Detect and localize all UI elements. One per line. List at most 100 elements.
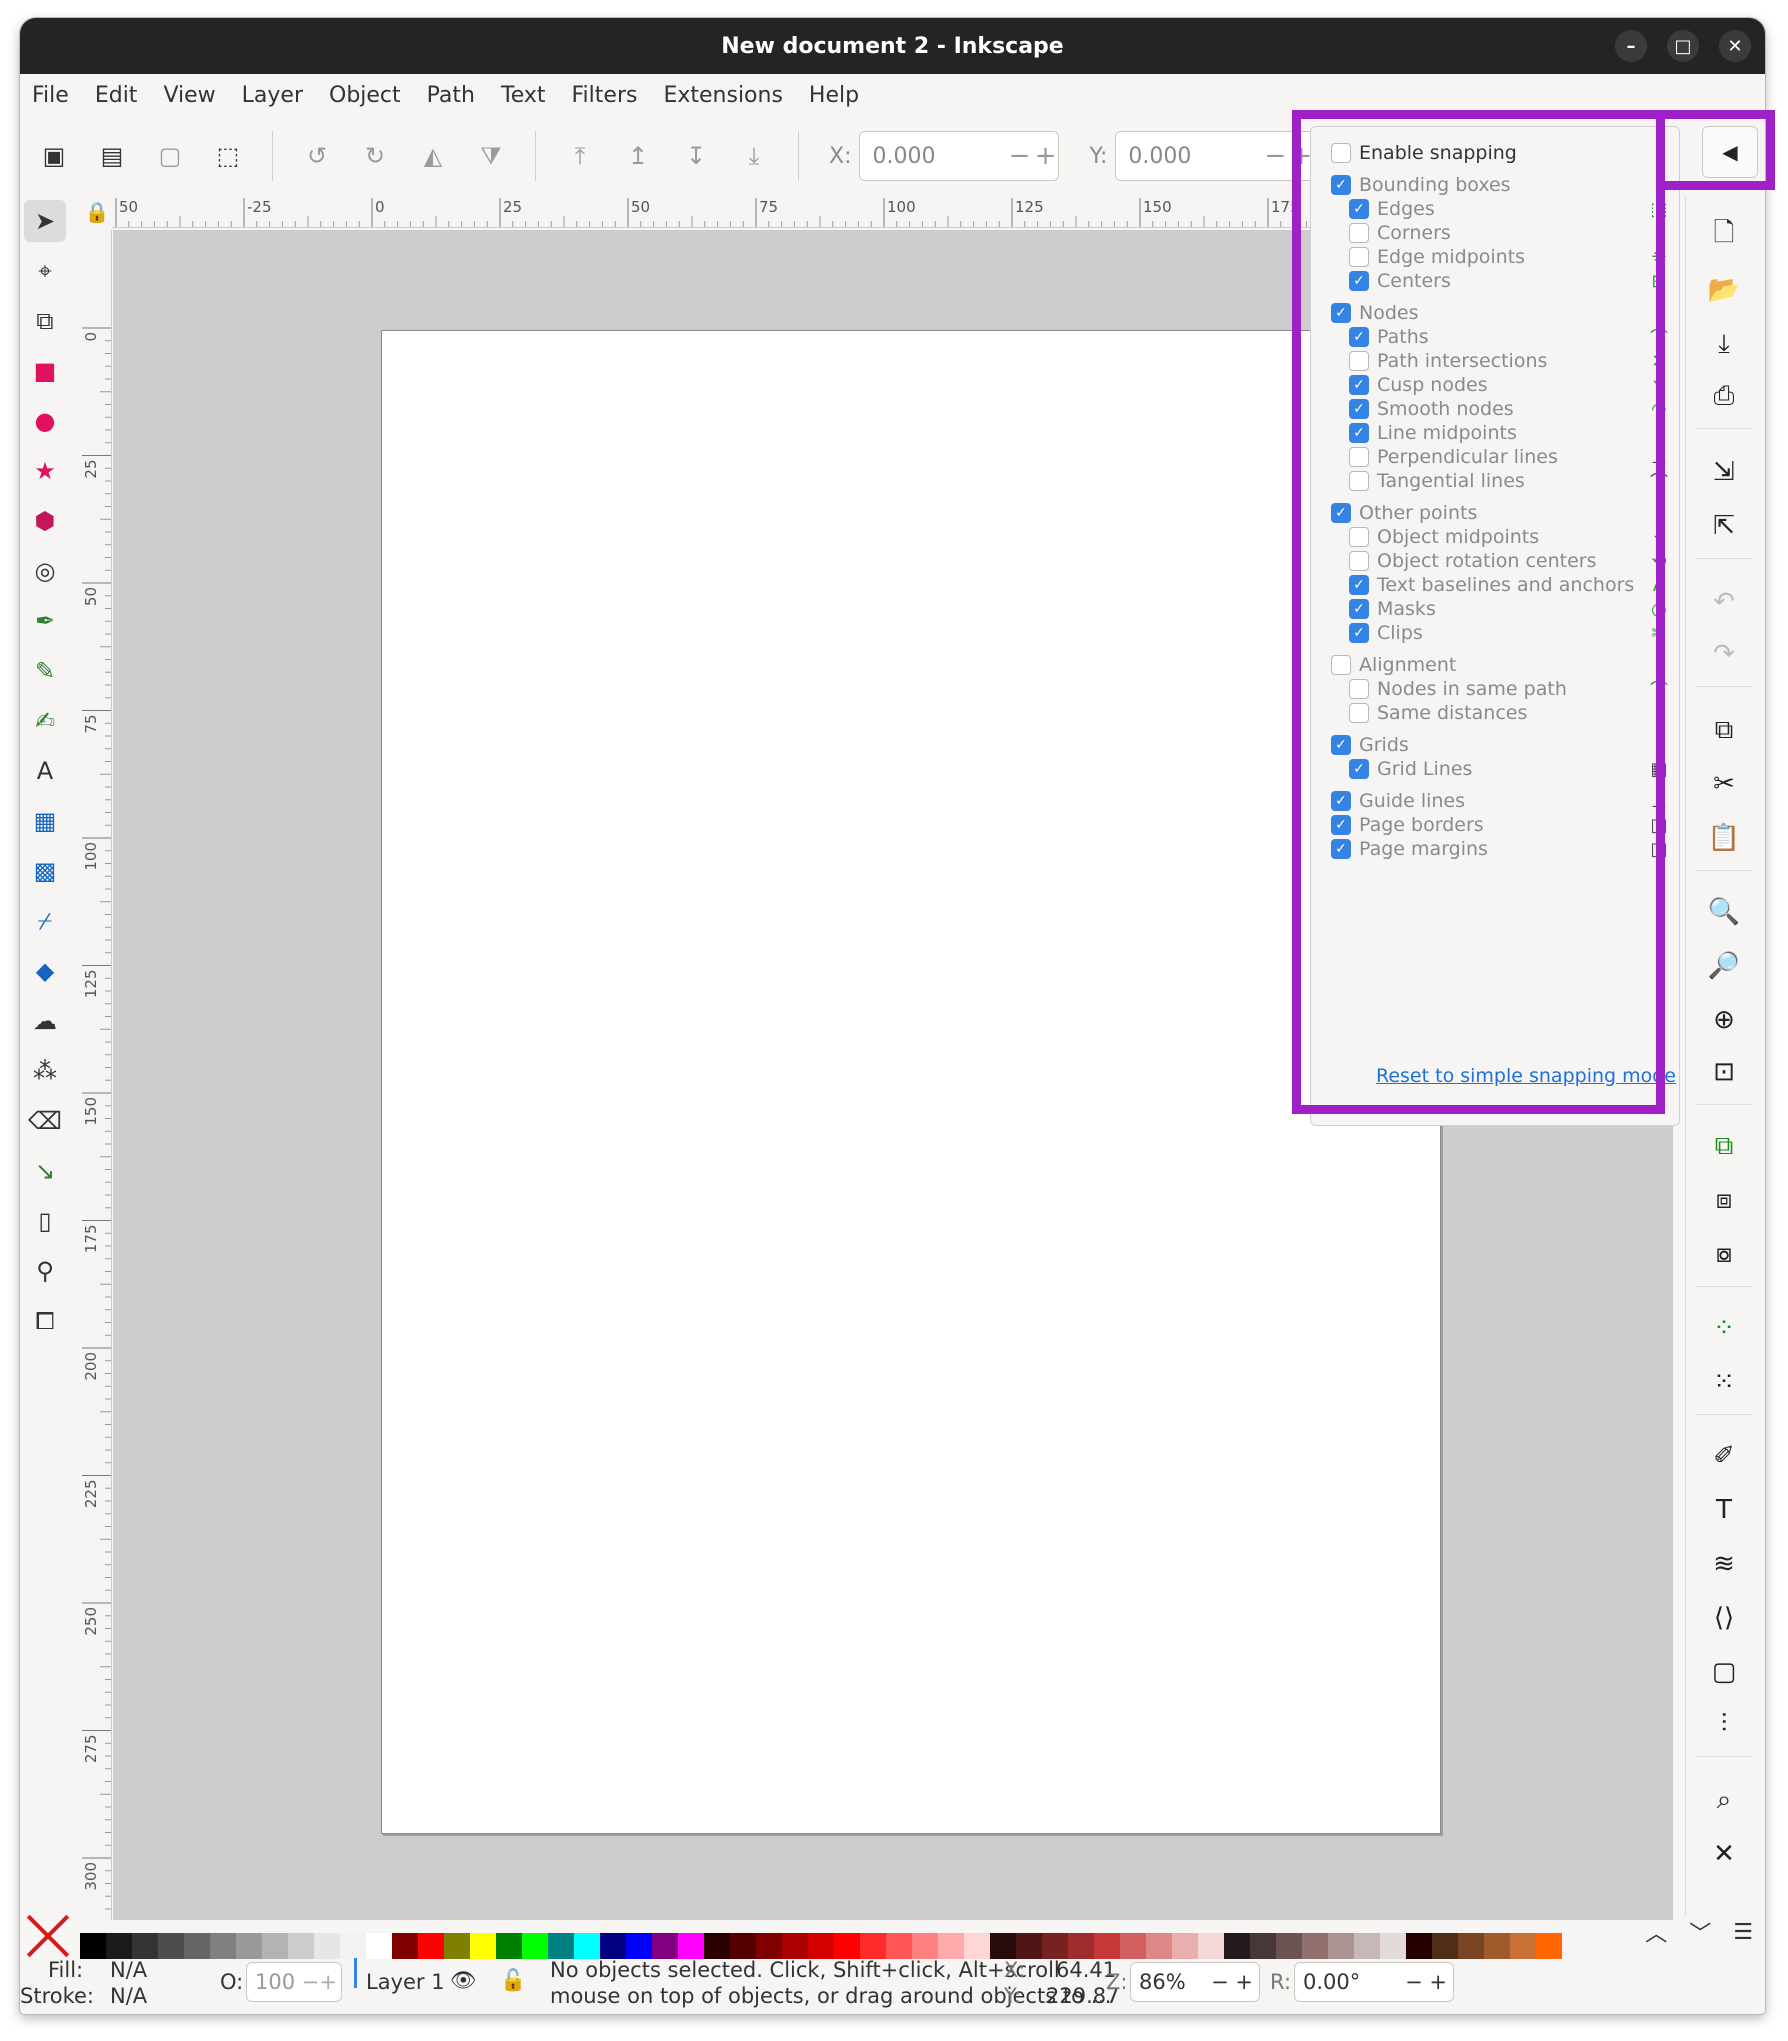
- eraser-tool-icon[interactable]: ⌫: [24, 1100, 66, 1142]
- reset-snapping-link[interactable]: Reset to simple snapping mode: [1376, 1065, 1676, 1087]
- checkbox[interactable]: ✓: [1349, 327, 1369, 347]
- checkbox[interactable]: [1331, 143, 1351, 163]
- stroke-value[interactable]: N/A: [110, 1984, 147, 2008]
- spray-tool-icon[interactable]: ⁂: [24, 1050, 66, 1092]
- layer-lock-icon[interactable]: 🔓: [500, 1968, 526, 1993]
- menu-file[interactable]: File: [32, 83, 69, 108]
- zoom-tool-icon[interactable]: ⚲: [24, 1250, 66, 1292]
- checkbox[interactable]: [1349, 551, 1369, 571]
- menu-view[interactable]: View: [163, 83, 215, 108]
- snap-option-clips[interactable]: ✓ Clips ✂: [1311, 619, 1671, 647]
- toggle-scale-icon[interactable]: ⬚: [214, 142, 242, 170]
- checkbox[interactable]: [1349, 703, 1369, 723]
- checkbox[interactable]: ✓: [1349, 599, 1369, 619]
- flip-vertical-icon[interactable]: ⧩: [477, 142, 505, 170]
- shape-builder-icon[interactable]: ⧉: [24, 300, 66, 342]
- opacity-field[interactable]: 100 −+: [246, 1962, 342, 2002]
- spiral-tool-icon[interactable]: ◎: [24, 550, 66, 592]
- snap-popover-toggle[interactable]: ◀: [1702, 126, 1758, 178]
- find-icon[interactable]: ⌕: [1704, 1780, 1744, 1820]
- snap-option-tangential-lines[interactable]: Tangential lines ⌒: [1311, 467, 1671, 495]
- document-properties-icon[interactable]: ▢: [1704, 1652, 1744, 1692]
- horizontal-ruler[interactable]: 50 -25 0 25 50 75 100 125 150 175: [112, 198, 1312, 228]
- selector-tool-icon[interactable]: ➤: [24, 200, 66, 242]
- zoom-drawing-icon[interactable]: 🔎: [1704, 946, 1744, 986]
- palette-menu-icon[interactable]: ☰: [1733, 1920, 1753, 1945]
- menu-layer[interactable]: Layer: [242, 83, 303, 108]
- checkbox[interactable]: [1349, 247, 1369, 267]
- undo-icon[interactable]: ↶: [1704, 582, 1744, 622]
- preferences-icon[interactable]: ✕: [1704, 1834, 1744, 1874]
- calligraphy-tool-icon[interactable]: ✍: [24, 700, 66, 742]
- checkbox[interactable]: [1349, 351, 1369, 371]
- raise-to-top-icon[interactable]: ⤒: [566, 142, 594, 170]
- lower-icon[interactable]: ↧: [682, 142, 710, 170]
- ungroup-icon[interactable]: ⁙: [1704, 1362, 1744, 1402]
- checkbox[interactable]: [1349, 447, 1369, 467]
- rotate-field[interactable]: 0.00° − +: [1294, 1962, 1454, 2002]
- menu-extensions[interactable]: Extensions: [663, 83, 782, 108]
- node-tool-icon[interactable]: ⌖: [24, 250, 66, 292]
- x-increment[interactable]: +: [1032, 141, 1058, 171]
- mesh-tool-icon[interactable]: ▩: [24, 850, 66, 892]
- checkbox[interactable]: ✓: [1349, 399, 1369, 419]
- export-icon[interactable]: ⇱: [1704, 506, 1744, 546]
- group-icon[interactable]: ⁘: [1704, 1308, 1744, 1348]
- checkbox[interactable]: ✓: [1331, 791, 1351, 811]
- checkbox[interactable]: ✓: [1349, 375, 1369, 395]
- pencil-tool-icon[interactable]: ✎: [24, 650, 66, 692]
- import-icon[interactable]: ⇲: [1704, 452, 1744, 492]
- 3d-box-tool-icon[interactable]: ⬢: [24, 500, 66, 542]
- layer-visibility-icon[interactable]: 👁: [450, 1968, 477, 1993]
- checkbox[interactable]: [1349, 527, 1369, 547]
- checkbox[interactable]: [1349, 679, 1369, 699]
- x-decrement[interactable]: −: [1006, 141, 1032, 171]
- print-icon[interactable]: ⎙: [1704, 376, 1744, 416]
- layer-name[interactable]: Layer 1: [366, 1970, 445, 1994]
- snap-option-centers[interactable]: ✓ Centers ⊞: [1311, 267, 1671, 295]
- align-distribute-icon[interactable]: ⫶: [1704, 1704, 1744, 1744]
- checkbox[interactable]: [1331, 655, 1351, 675]
- vertical-ruler[interactable]: 0 25 50 75 100 125 150 175 200 225 250 275 300: [82, 230, 112, 1920]
- paste-icon[interactable]: 📋: [1704, 818, 1744, 858]
- snap-option-enable-snapping[interactable]: Enable snapping: [1311, 139, 1671, 167]
- duplicate-icon[interactable]: ⧉: [1704, 1126, 1744, 1166]
- rectangle-tool-icon[interactable]: ■: [24, 350, 66, 392]
- menu-filters[interactable]: Filters: [572, 83, 638, 108]
- snap-option-page-margins[interactable]: ✓ Page margins □: [1311, 835, 1671, 863]
- minimize-icon[interactable]: –: [1615, 30, 1647, 62]
- checkbox[interactable]: ✓: [1331, 735, 1351, 755]
- ellipse-tool-icon[interactable]: ●: [24, 400, 66, 442]
- fill-stroke-icon[interactable]: ✐: [1704, 1436, 1744, 1476]
- dropper-tool-icon[interactable]: ⌿: [24, 900, 66, 942]
- checkbox[interactable]: [1349, 471, 1369, 491]
- snap-option-same-distances[interactable]: Same distances ⫼: [1311, 699, 1671, 727]
- checkbox[interactable]: ✓: [1331, 303, 1351, 323]
- close-icon[interactable]: ✕: [1719, 30, 1751, 62]
- text-font-icon[interactable]: T: [1704, 1490, 1744, 1530]
- checkbox[interactable]: ✓: [1331, 815, 1351, 835]
- select-all-layers-icon[interactable]: ▤: [98, 142, 126, 170]
- x-field[interactable]: 0.000 − +: [859, 131, 1060, 181]
- connector-tool-icon[interactable]: ↘: [24, 1150, 66, 1192]
- pen-tool-icon[interactable]: ✒: [24, 600, 66, 642]
- copy-icon[interactable]: ⧉: [1704, 710, 1744, 750]
- lower-to-bottom-icon[interactable]: ⤓: [740, 142, 768, 170]
- snap-option-grid-lines[interactable]: ✓ Grid Lines ▦: [1311, 755, 1671, 783]
- measure-tool-icon[interactable]: ⧠: [24, 1300, 66, 1342]
- unlink-clone-icon[interactable]: ⧇: [1704, 1234, 1744, 1274]
- text-tool-icon[interactable]: A: [24, 750, 66, 792]
- checkbox[interactable]: ✓: [1331, 839, 1351, 859]
- menu-text[interactable]: Text: [501, 83, 546, 108]
- checkbox[interactable]: ✓: [1349, 271, 1369, 291]
- y-field[interactable]: 0.000 − +: [1115, 131, 1316, 181]
- save-document-icon[interactable]: ⤓: [1704, 324, 1744, 364]
- checkbox[interactable]: ✓: [1349, 199, 1369, 219]
- checkbox[interactable]: ✓: [1349, 759, 1369, 779]
- zoom-page-width-icon[interactable]: ⊡: [1704, 1052, 1744, 1092]
- rotate-cw-icon[interactable]: ↻: [361, 142, 389, 170]
- maximize-icon[interactable]: □: [1667, 30, 1699, 62]
- menu-help[interactable]: Help: [809, 83, 859, 108]
- rotate-ccw-icon[interactable]: ↺: [303, 142, 331, 170]
- star-tool-icon[interactable]: ★: [24, 450, 66, 492]
